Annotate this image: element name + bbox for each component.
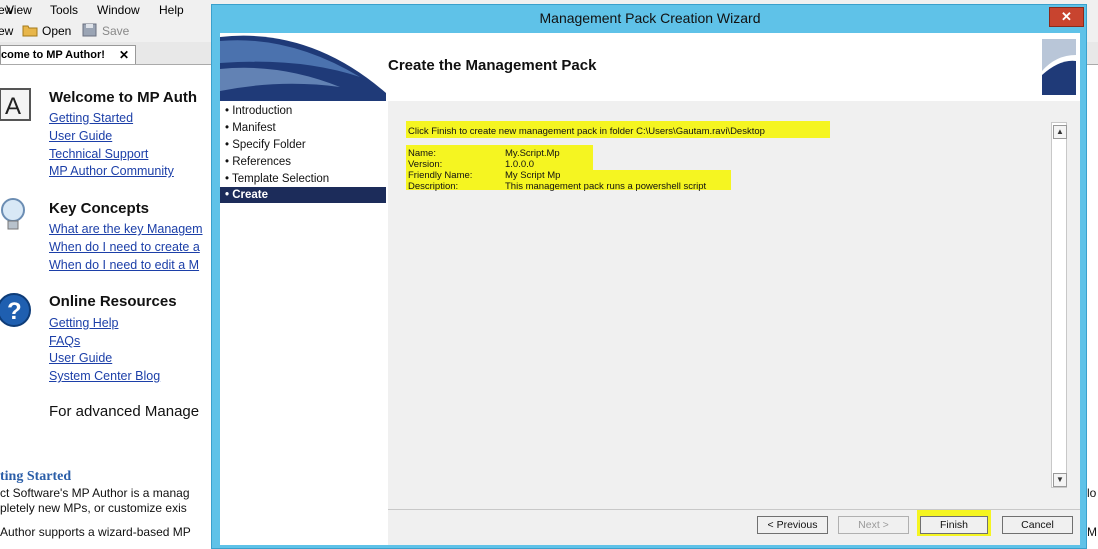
advanced-text: For advanced Manage: [49, 403, 200, 420]
help-question-icon: ?: [0, 293, 31, 327]
link-when-edit[interactable]: When do I need to edit a M: [49, 258, 199, 272]
link-user-guide[interactable]: User Guide: [49, 129, 112, 143]
summary-intro: Click Finish to create new management pa…: [408, 126, 765, 137]
summary-scrollbar[interactable]: ▲ ▼: [1051, 122, 1067, 488]
lightbulb-icon: [1, 198, 25, 230]
welcome-title: Welcome to MP Auth: [49, 89, 198, 106]
nav-step-manifest[interactable]: • Manifest: [220, 120, 386, 136]
summary-description-label: Description:: [408, 181, 459, 192]
summary-version-label: Version:: [408, 159, 443, 170]
menu-item-help[interactable]: Help: [159, 3, 184, 17]
previous-button[interactable]: < Previous: [757, 516, 828, 534]
clipped-text-fragment: lo: [1087, 486, 1097, 500]
link-when-create[interactable]: When do I need to create a: [49, 240, 200, 254]
management-pack-creation-wizard: Management Pack Creation Wizard ✕ Create…: [211, 4, 1087, 549]
scroll-up-icon[interactable]: ▲: [1053, 125, 1067, 139]
getting-started-heading: ting Started: [0, 469, 72, 484]
tab-welcome[interactable]: come to MP Author! ✕: [0, 45, 136, 64]
tab-close-icon[interactable]: ✕: [119, 48, 129, 62]
link-mp-author-community[interactable]: MP Author Community: [49, 164, 174, 178]
clipped-text-fragment: M: [1087, 525, 1097, 539]
link-key-management[interactable]: What are the key Managem: [49, 222, 203, 236]
getting-started-line-1: ct Software's MP Author is a manag: [0, 486, 190, 500]
close-icon[interactable]: ✕: [1049, 7, 1084, 27]
header-swoosh-banner: [220, 33, 386, 101]
key-concepts-title: Key Concepts: [49, 200, 150, 217]
nav-step-template-selection[interactable]: • Template Selection: [220, 171, 386, 187]
link-technical-support[interactable]: Technical Support: [49, 147, 148, 161]
tab-welcome-label: come to MP Author!: [1, 49, 105, 61]
nav-step-specify-folder[interactable]: • Specify Folder: [220, 137, 386, 153]
svg-text:A: A: [5, 93, 21, 120]
link-system-center-blog[interactable]: System Center Blog: [49, 369, 160, 383]
toolbar-new-fragment[interactable]: ew: [0, 24, 13, 38]
getting-started-line-3: Author supports a wizard-based MP: [0, 525, 191, 539]
wizard-page-title: Create the Management Pack: [388, 57, 597, 74]
open-button[interactable]: Open: [42, 24, 71, 38]
nav-step-introduction[interactable]: • Introduction: [220, 103, 386, 119]
scroll-down-icon[interactable]: ▼: [1053, 473, 1067, 487]
summary-description-value: This management pack runs a powershell s…: [505, 181, 707, 192]
menu-item-window[interactable]: Window: [97, 3, 140, 17]
wizard-step-navigation: • Introduction • Manifest • Specify Fold…: [220, 101, 388, 545]
link-user-guide-2[interactable]: User Guide: [49, 351, 112, 365]
wizard-header: Create the Management Pack: [220, 33, 1080, 101]
summary-name-label: Name:: [408, 148, 436, 159]
mp-author-logo-icon: A: [0, 88, 31, 121]
nav-step-create[interactable]: • Create: [220, 187, 386, 203]
save-disk-icon[interactable]: [82, 23, 98, 37]
summary-version-value: 1.0.0.0: [505, 159, 535, 170]
summary-name-value: My.Script.Mp: [505, 148, 560, 159]
save-button[interactable]: Save: [102, 24, 129, 38]
finish-button[interactable]: Finish: [920, 516, 988, 534]
wizard-client-area: Create the Management Pack • Introductio…: [220, 33, 1080, 545]
link-getting-help[interactable]: Getting Help: [49, 316, 118, 330]
next-button[interactable]: Next >: [838, 516, 909, 534]
summary-friendly-name-value: My Script Mp: [505, 170, 561, 181]
link-getting-started[interactable]: Getting Started: [49, 111, 133, 125]
summary-friendly-name-label: Friendly Name:: [408, 170, 473, 181]
link-faqs[interactable]: FAQs: [49, 334, 80, 348]
menu-item-view[interactable]: View: [6, 3, 32, 17]
cancel-button[interactable]: Cancel: [1002, 516, 1073, 534]
open-folder-icon[interactable]: [22, 23, 38, 37]
management-pack-logo-icon: [1042, 39, 1076, 95]
menu-item-tools[interactable]: Tools: [50, 3, 78, 17]
wizard-window-title: Management Pack Creation Wizard: [539, 10, 761, 26]
nav-step-references[interactable]: • References: [220, 154, 386, 170]
svg-text:?: ?: [7, 298, 22, 325]
getting-started-line-2: pletely new MPs, or customize exis: [0, 501, 187, 515]
online-resources-title: Online Resources: [49, 293, 177, 310]
